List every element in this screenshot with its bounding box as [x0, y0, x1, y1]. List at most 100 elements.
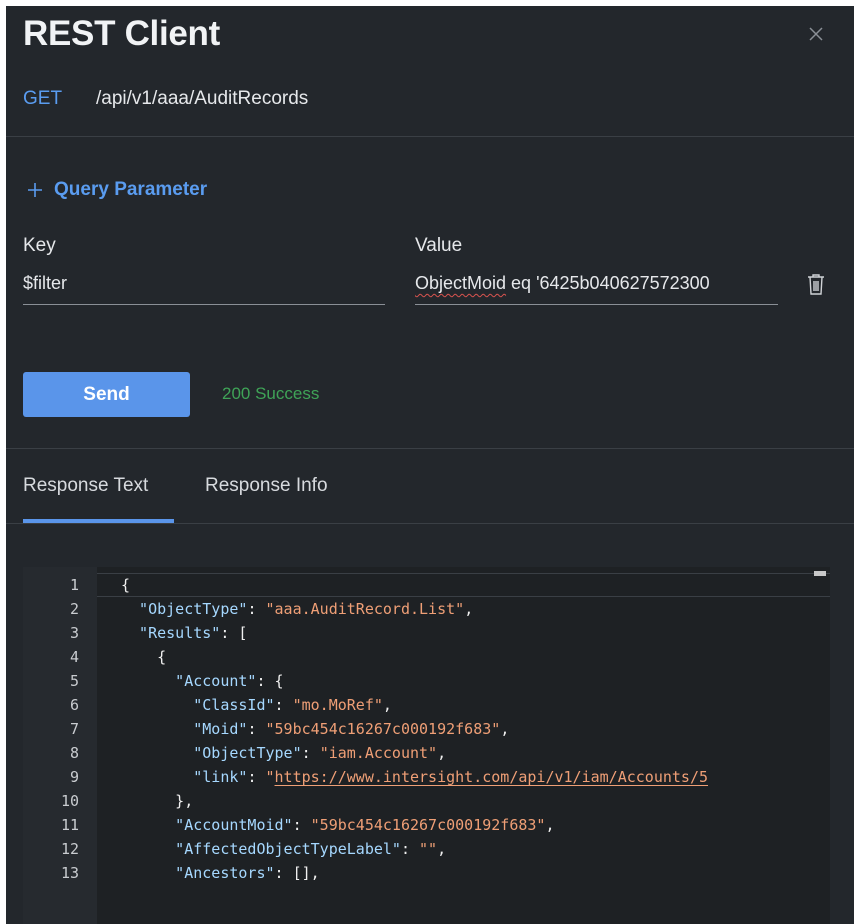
json-key: "Moid"	[121, 720, 248, 738]
divider	[6, 448, 854, 449]
json-punctuation: : [	[220, 624, 248, 642]
code-line: 6 "ClassId": "mo.MoRef",	[23, 693, 830, 717]
code-line: 10 },	[23, 789, 830, 813]
value-input[interactable]: ObjectMoid eq '6425b040627572300	[415, 269, 778, 305]
json-string: "59bc454c16267c000192f683"	[310, 816, 546, 834]
json-punctuation: :	[301, 744, 320, 762]
code-text: "link": "https://www.intersight.com/api/…	[121, 765, 708, 789]
code-line: 1{	[23, 573, 830, 597]
json-key: "ObjectType"	[121, 600, 248, 618]
header: REST Client GET /api/v1/aaa/AuditRecords	[6, 6, 854, 137]
json-punctuation: ,	[464, 600, 474, 618]
code-text: "ClassId": "mo.MoRef",	[121, 693, 392, 717]
tab-response-text[interactable]: Response Text	[23, 475, 148, 497]
json-punctuation: :	[400, 840, 420, 858]
add-query-parameter-label: Query Parameter	[54, 179, 208, 200]
code-line: 8 "ObjectType": "iam.Account",	[23, 741, 830, 765]
json-punctuation: : [],	[274, 864, 320, 882]
key-input[interactable]: $filter	[23, 269, 385, 305]
json-punctuation: },	[121, 792, 194, 810]
code-text: "Account": {	[121, 669, 284, 693]
json-punctuation: :	[292, 816, 311, 834]
code-line: 12 "AffectedObjectTypeLabel": "",	[23, 837, 830, 861]
value-input-spellcheck-word: ObjectMoid	[415, 273, 507, 293]
json-key: "AffectedObjectTypeLabel"	[121, 840, 401, 858]
response-status: 200 Success	[222, 384, 320, 403]
code-line: 9 "link": "https://www.intersight.com/ap…	[23, 765, 830, 789]
line-number: 4	[69, 648, 79, 666]
line-number: 1	[69, 576, 79, 594]
code-line: 5 "Account": {	[23, 669, 830, 693]
code-text: },	[121, 789, 193, 813]
json-punctuation: ,	[437, 744, 447, 762]
request-method: GET	[23, 88, 63, 109]
code-text: "ObjectType": "aaa.AuditRecord.List",	[121, 597, 473, 621]
line-number: 12	[60, 840, 79, 858]
trash-icon	[808, 274, 824, 295]
code-line: 13 "Ancestors": [],	[23, 861, 830, 885]
json-key: "ObjectType"	[121, 744, 302, 762]
divider	[6, 523, 854, 524]
code-text: "Results": [	[121, 621, 247, 645]
json-punctuation: :	[247, 600, 266, 618]
key-label: Key	[23, 235, 56, 256]
line-number: 6	[69, 696, 79, 714]
code-text: {	[121, 645, 166, 669]
code-text: "AffectedObjectTypeLabel": "",	[121, 837, 446, 861]
code-text: "AccountMoid": "59bc454c16267c000192f683…	[121, 813, 555, 837]
line-number: 7	[69, 720, 79, 738]
code-text: {	[121, 573, 130, 597]
json-key: "AccountMoid"	[121, 816, 293, 834]
code-line: 4 {	[23, 645, 830, 669]
json-punctuation: :	[247, 720, 266, 738]
json-punctuation: ,	[382, 696, 392, 714]
value-label: Value	[415, 235, 463, 256]
delete-parameter-button[interactable]	[806, 272, 826, 296]
plus-icon	[28, 183, 42, 197]
code-line: 11 "AccountMoid": "59bc454c16267c000192f…	[23, 813, 830, 837]
code-line: 3 "Results": [	[23, 621, 830, 645]
close-button[interactable]	[804, 22, 828, 46]
rest-client-panel: REST Client GET /api/v1/aaa/AuditRecords…	[6, 6, 854, 924]
json-key: "link"	[121, 768, 248, 786]
json-key: "Ancestors"	[121, 864, 275, 882]
code-link[interactable]: https://www.intersight.com/api/v1/iam/Ac…	[275, 768, 708, 786]
code-line: 7 "Moid": "59bc454c16267c000192f683",	[23, 717, 830, 741]
line-number: 13	[60, 864, 79, 882]
json-string: ""	[419, 840, 438, 858]
code-line: 2 "ObjectType": "aaa.AuditRecord.List",	[23, 597, 830, 621]
json-string: "aaa.AuditRecord.List"	[265, 600, 465, 618]
line-number: 9	[69, 768, 79, 786]
json-punctuation: :	[274, 696, 293, 714]
line-number: 5	[69, 672, 79, 690]
json-string: "mo.MoRef"	[292, 696, 383, 714]
json-punctuation: ,	[437, 840, 447, 858]
close-icon	[809, 27, 823, 41]
json-punctuation: : {	[256, 672, 284, 690]
json-string: "iam.Account"	[319, 744, 438, 762]
line-number: 10	[60, 792, 79, 810]
line-number: 3	[69, 624, 79, 642]
key-input-value: $filter	[23, 273, 68, 293]
line-number: 8	[69, 744, 79, 762]
panel-title: REST Client	[23, 14, 220, 53]
response-code-editor[interactable]: 1{2 "ObjectType": "aaa.AuditRecord.List"…	[23, 567, 830, 924]
json-punctuation: :	[247, 768, 266, 786]
add-query-parameter-button[interactable]: Query Parameter	[26, 179, 207, 201]
json-key: "Results"	[121, 624, 221, 642]
json-punctuation: ,	[545, 816, 555, 834]
code-text: "Moid": "59bc454c16267c000192f683",	[121, 717, 509, 741]
json-string: "	[265, 768, 275, 786]
value-input-value: eq '6425b040627572300	[506, 273, 710, 293]
send-button[interactable]: Send	[23, 372, 190, 417]
line-number: 2	[69, 600, 79, 618]
line-number: 11	[60, 816, 79, 834]
code-text: "Ancestors": [],	[121, 861, 320, 885]
json-string: "59bc454c16267c000192f683"	[265, 720, 501, 738]
request-path: /api/v1/aaa/AuditRecords	[96, 88, 309, 109]
json-key: "ClassId"	[121, 696, 275, 714]
tab-response-info[interactable]: Response Info	[205, 475, 328, 497]
json-punctuation: ,	[500, 720, 510, 738]
json-punctuation: {	[121, 576, 131, 594]
json-key: "Account"	[121, 672, 257, 690]
